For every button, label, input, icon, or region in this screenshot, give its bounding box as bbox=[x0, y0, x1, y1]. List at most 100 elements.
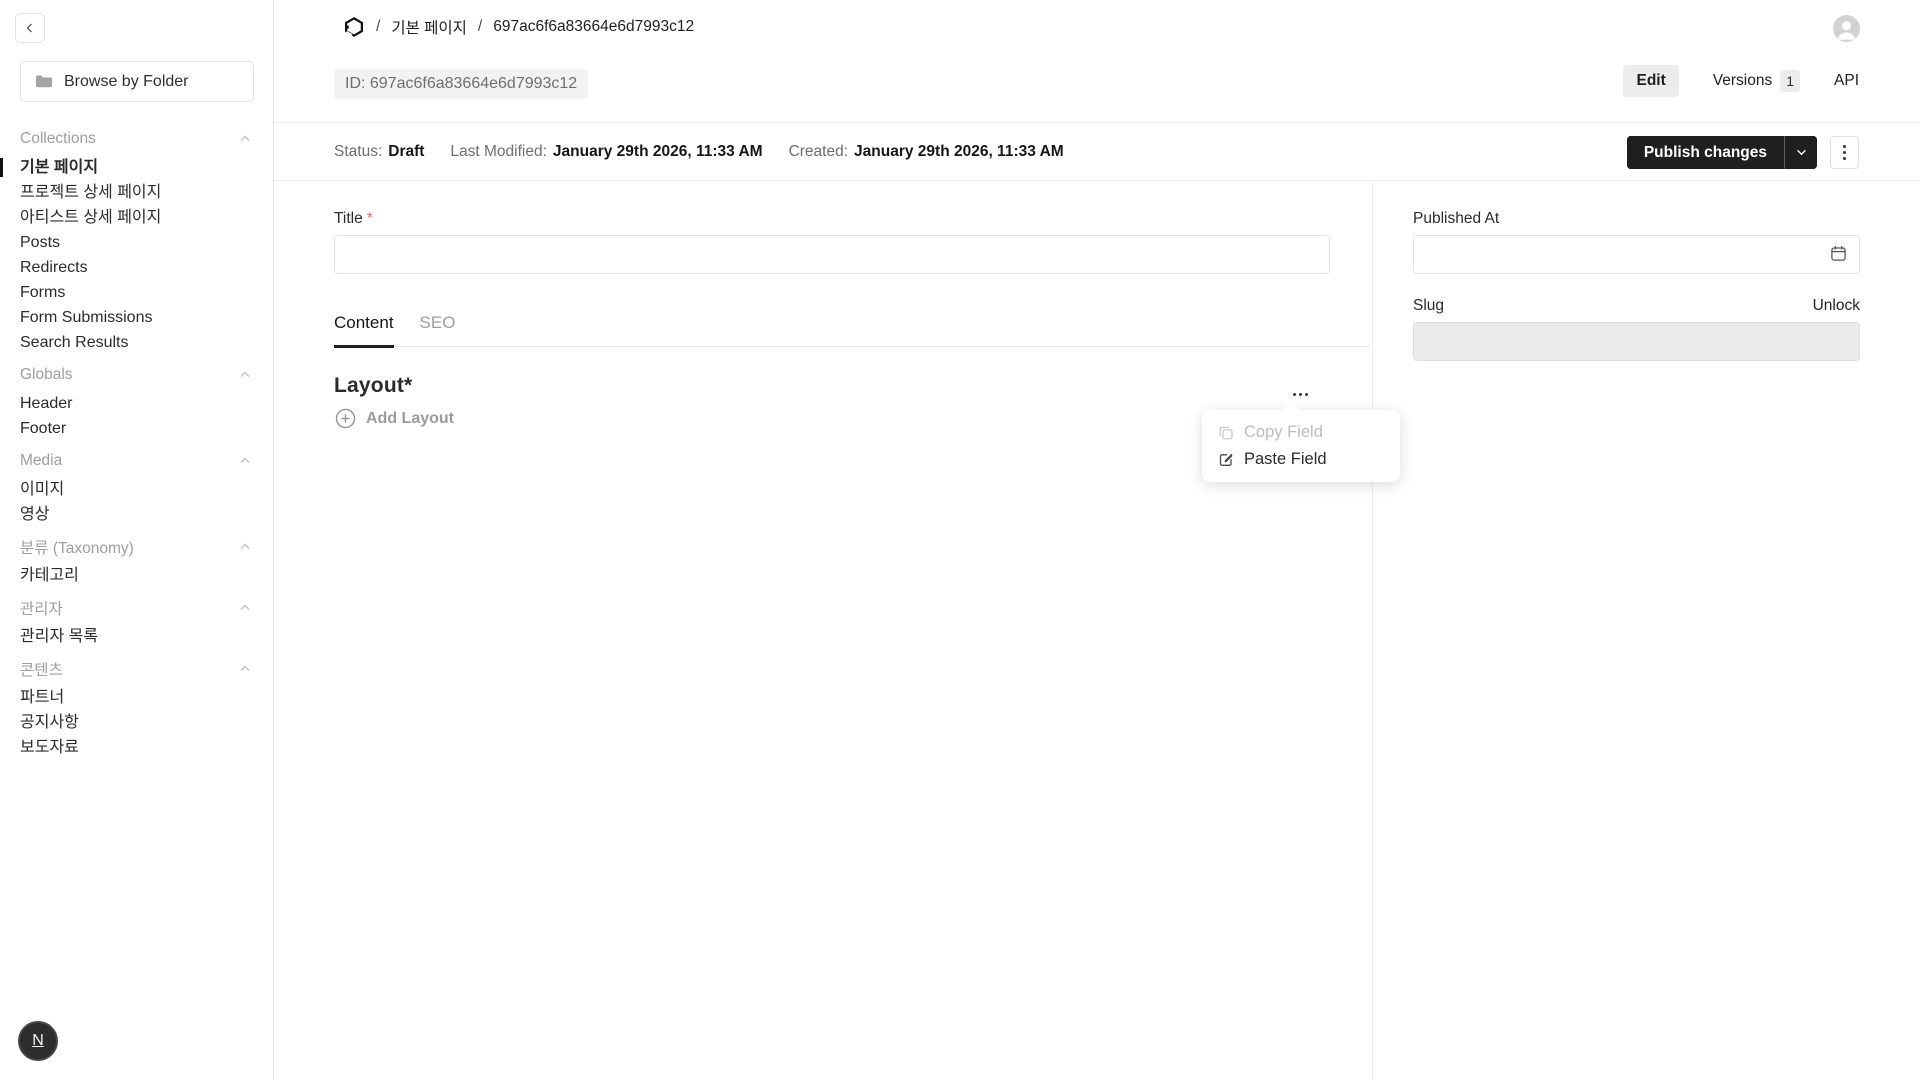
copy-icon bbox=[1218, 425, 1234, 441]
slug-input bbox=[1413, 322, 1860, 361]
add-layout-label: Add Layout bbox=[366, 410, 454, 428]
person-icon bbox=[1833, 15, 1860, 42]
nav-group-label: Globals bbox=[20, 366, 73, 384]
sidebar-item-footer[interactable]: Footer bbox=[0, 416, 273, 441]
nav-group-toggle-admin[interactable]: 관리자 bbox=[0, 596, 273, 620]
title-input[interactable] bbox=[334, 235, 1330, 274]
account-avatar[interactable] bbox=[1833, 15, 1860, 42]
copy-field-menu-item: Copy Field bbox=[1202, 419, 1400, 446]
chevron-down-icon bbox=[1796, 149, 1807, 156]
sidebar-item-press-releases[interactable]: 보도자료 bbox=[0, 735, 273, 760]
document-actions: Publish changes bbox=[1627, 136, 1859, 169]
plus-circle-icon bbox=[335, 408, 356, 429]
breadcrumb-separator: / bbox=[478, 18, 482, 36]
folder-icon bbox=[35, 74, 53, 89]
chevron-up-icon bbox=[239, 457, 251, 465]
sidebar-item-redirects[interactable]: Redirects bbox=[0, 255, 273, 280]
sidebar-item-project-detail-pages[interactable]: 프로젝트 상세 페이지 bbox=[0, 180, 273, 205]
status-value: Draft bbox=[388, 143, 424, 161]
tab-versions-label: Versions bbox=[1713, 72, 1772, 90]
document-id-pill: ID: 697ac6f6a83664e6d7993c12 bbox=[334, 69, 588, 99]
nav-group-media: Media 이미지 영상 bbox=[0, 449, 273, 527]
sidebar-item-partners[interactable]: 파트너 bbox=[0, 685, 273, 710]
sidebar-nav: Collections 기본 페이지 프로젝트 상세 페이지 아티스트 상세 페… bbox=[0, 119, 273, 760]
versions-count-badge: 1 bbox=[1780, 70, 1800, 92]
tab-api[interactable]: API bbox=[1834, 72, 1859, 90]
nav-group-label: 관리자 bbox=[20, 597, 63, 619]
sidebar-item-videos[interactable]: 영상 bbox=[0, 502, 273, 527]
add-layout-button[interactable]: Add Layout bbox=[335, 408, 454, 429]
tab-seo[interactable]: SEO bbox=[420, 313, 456, 333]
last-modified-value: January 29th 2026, 11:33 AM bbox=[553, 143, 763, 161]
status-divider bbox=[274, 180, 1920, 181]
nav-group-toggle-globals[interactable]: Globals bbox=[0, 363, 273, 387]
status-label: Status: bbox=[334, 143, 382, 161]
nav-group-label: Media bbox=[20, 452, 62, 470]
breadcrumb-collection[interactable]: 기본 페이지 bbox=[391, 16, 467, 38]
sidebar-item-admin-list[interactable]: 관리자 목록 bbox=[0, 624, 273, 649]
breadcrumb-document-id: 697ac6f6a83664e6d7993c12 bbox=[493, 18, 694, 36]
nav-group-label: 콘텐츠 bbox=[20, 658, 63, 680]
published-at-label: Published At bbox=[1413, 210, 1499, 228]
sidebar-item-header[interactable]: Header bbox=[0, 391, 273, 416]
sidebar-item-forms[interactable]: Forms bbox=[0, 280, 273, 305]
nav-group-globals: Globals Header Footer bbox=[0, 363, 273, 441]
chevron-up-icon bbox=[239, 665, 251, 673]
layout-field-menu-button[interactable] bbox=[1280, 378, 1320, 400]
app-logo[interactable] bbox=[343, 16, 365, 38]
sidebar-item-images[interactable]: 이미지 bbox=[0, 477, 273, 502]
created-value: January 29th 2026, 11:33 AM bbox=[854, 143, 1064, 161]
slug-unlock-button[interactable]: Unlock bbox=[1813, 297, 1860, 315]
chevron-left-icon bbox=[24, 22, 36, 34]
more-options-button[interactable] bbox=[1830, 136, 1859, 169]
published-at-input[interactable] bbox=[1413, 235, 1860, 274]
sidebar-item-notices[interactable]: 공지사항 bbox=[0, 710, 273, 735]
status-bar: Status: Draft Last Modified: January 29t… bbox=[334, 123, 1064, 180]
nav-group-toggle-taxonomy[interactable]: 분류 (Taxonomy) bbox=[0, 535, 273, 559]
nav-group-label: Collections bbox=[20, 130, 96, 148]
sidebar-item-form-submissions[interactable]: Form Submissions bbox=[0, 305, 273, 330]
nav-group-collections: Collections 기본 페이지 프로젝트 상세 페이지 아티스트 상세 페… bbox=[0, 127, 273, 355]
nav-group-toggle-content[interactable]: 콘텐츠 bbox=[0, 657, 273, 681]
collapse-sidebar-button[interactable] bbox=[15, 13, 45, 43]
slug-label: Slug bbox=[1413, 297, 1444, 315]
tab-content[interactable]: Content bbox=[334, 313, 394, 333]
paste-field-menu-item[interactable]: Paste Field bbox=[1202, 446, 1400, 473]
sidebar-item-basic-pages[interactable]: 기본 페이지 bbox=[0, 155, 273, 180]
browse-by-folder-button[interactable]: Browse by Folder bbox=[20, 61, 254, 102]
field-action-menu: Copy Field Paste Field bbox=[1202, 410, 1400, 482]
nav-group-toggle-collections[interactable]: Collections bbox=[0, 127, 273, 151]
sidebar-item-artist-detail-pages[interactable]: 아티스트 상세 페이지 bbox=[0, 205, 273, 230]
slug-field-header: Slug Unlock bbox=[1413, 297, 1860, 315]
breadcrumb-separator: / bbox=[376, 18, 380, 36]
publish-split-button: Publish changes bbox=[1627, 136, 1817, 169]
chevron-up-icon bbox=[239, 371, 251, 379]
calendar-button[interactable] bbox=[1827, 245, 1849, 265]
created-label: Created: bbox=[789, 143, 848, 161]
tab-edit[interactable]: Edit bbox=[1623, 65, 1678, 97]
nav-group-toggle-media[interactable]: Media bbox=[0, 449, 273, 473]
payload-logo-icon bbox=[343, 16, 365, 38]
paste-edit-icon bbox=[1218, 452, 1234, 468]
nav-group-label: 분류 (Taxonomy) bbox=[20, 536, 134, 558]
breadcrumb: / 기본 페이지 / 697ac6f6a83664e6d7993c12 bbox=[343, 13, 694, 41]
tab-versions[interactable]: Versions 1 bbox=[1713, 70, 1800, 92]
publish-changes-button[interactable]: Publish changes bbox=[1627, 136, 1784, 169]
required-asterisk: * bbox=[367, 210, 373, 227]
sidebar-item-posts[interactable]: Posts bbox=[0, 230, 273, 255]
calendar-icon bbox=[1830, 245, 1847, 262]
title-field-label: Title* bbox=[334, 210, 373, 228]
browse-by-folder-label: Browse by Folder bbox=[64, 73, 189, 91]
layout-field-heading: Layout* bbox=[334, 374, 412, 398]
sidebar-item-categories[interactable]: 카테고리 bbox=[0, 563, 273, 588]
nav-group-content: 콘텐츠 파트너 공지사항 보도자료 bbox=[0, 657, 273, 760]
last-modified-label: Last Modified: bbox=[450, 143, 547, 161]
publish-options-button[interactable] bbox=[1784, 136, 1817, 169]
chevron-up-icon bbox=[239, 543, 251, 551]
user-avatar[interactable]: N bbox=[18, 1021, 58, 1061]
content-tab-bar: Content SEO bbox=[334, 313, 1370, 347]
chevron-up-icon bbox=[239, 135, 251, 143]
sidebar-item-search-results[interactable]: Search Results bbox=[0, 330, 273, 355]
document-tabs: Edit Versions 1 API bbox=[1623, 65, 1859, 97]
user-initial: N bbox=[32, 1032, 44, 1050]
